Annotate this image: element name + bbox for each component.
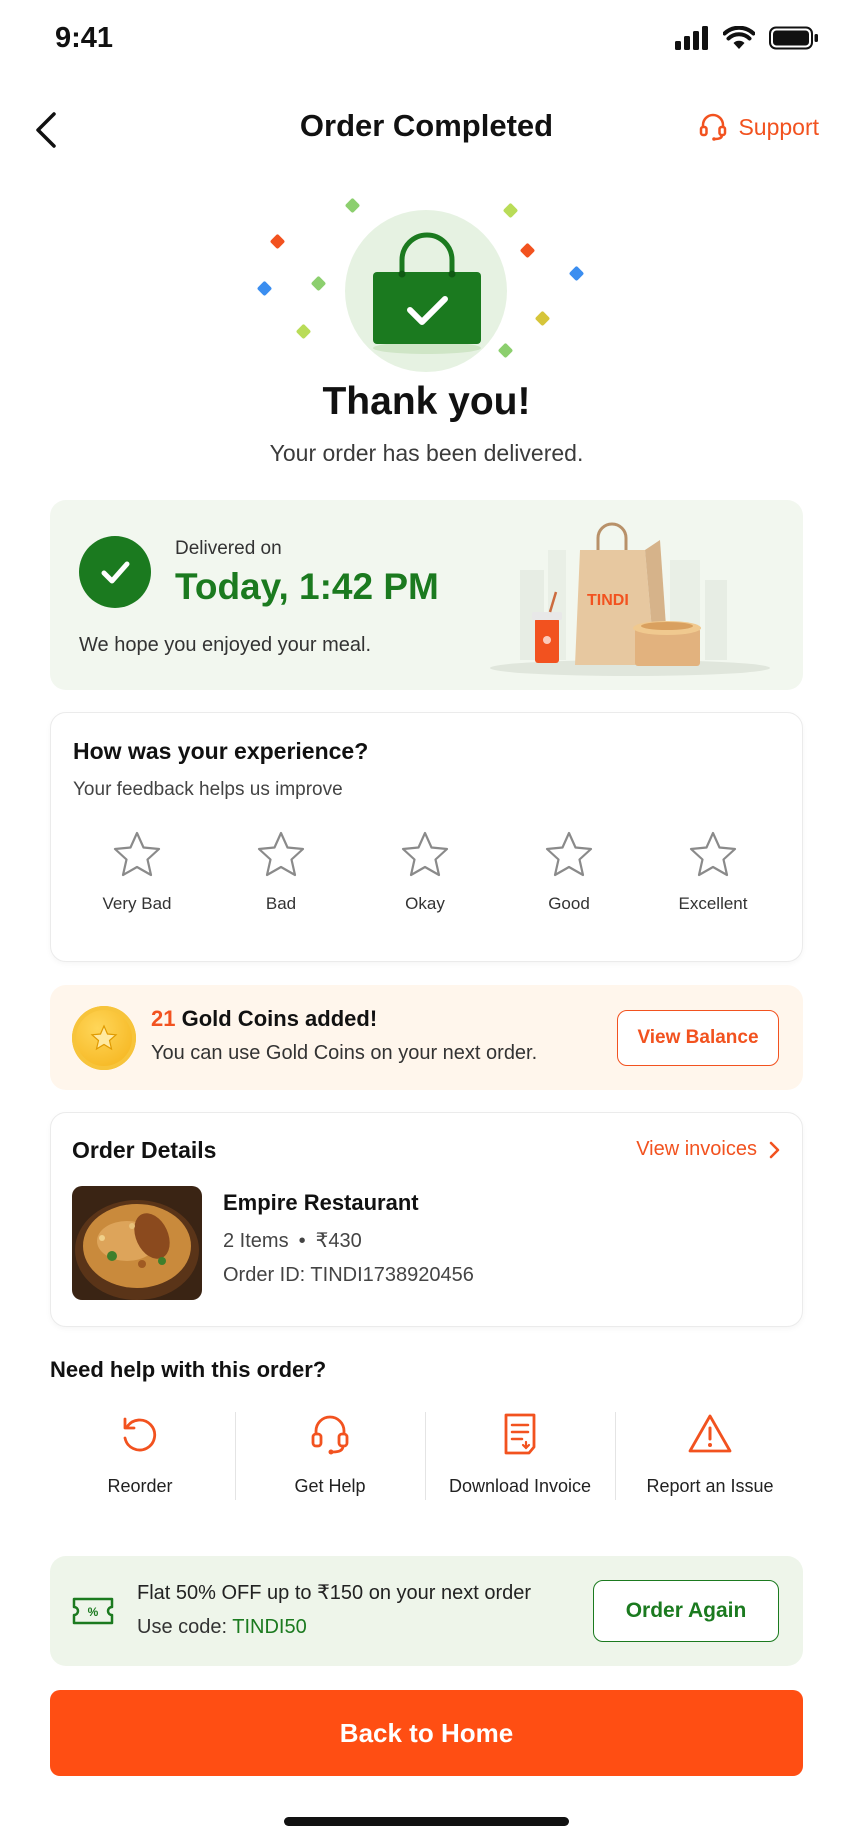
rating-option-okay[interactable]: Okay (360, 830, 490, 914)
coins-title: 21 Gold Coins added! (151, 1006, 377, 1032)
help-title: Need help with this order? (50, 1357, 327, 1382)
rating-subtitle: Your feedback helps us improve (73, 779, 343, 800)
order-id: Order ID: TINDI1738920456 (223, 1264, 474, 1286)
promo-code: TINDI50 (232, 1616, 307, 1638)
support-button[interactable]: Support (698, 112, 819, 142)
bag-brand-text: TINDI (587, 592, 629, 609)
rating-option-label: Very Bad (102, 894, 172, 913)
delivered-time: Today, 1:42 PM (175, 566, 439, 607)
battery-icon (769, 26, 818, 50)
confetti-piece (519, 242, 536, 259)
confetti-piece (256, 280, 273, 297)
biryani-image (72, 1186, 202, 1300)
star-icon (545, 831, 593, 877)
rating-option-very-bad[interactable]: Very Bad (72, 830, 202, 914)
confetti-piece (497, 342, 514, 359)
confetti-piece (269, 233, 286, 250)
rating-title: How was your experience? (73, 738, 369, 764)
promo-code-line: Use code: TINDI50 (137, 1616, 307, 1639)
coupon-icon: % (72, 1597, 114, 1625)
help-action-label: Report an Issue (646, 1476, 774, 1496)
coins-title-text: Gold Coins added! (175, 1006, 378, 1031)
status-time: 9:41 (55, 22, 114, 54)
help-action-label: Download Invoice (448, 1476, 592, 1496)
coin-star-icon (90, 1024, 118, 1051)
confetti-piece (568, 265, 585, 282)
star-icon (689, 831, 737, 877)
order-again-button[interactable]: Order Again (593, 1580, 779, 1642)
gold-coin-icon (72, 1006, 136, 1070)
back-to-home-button[interactable]: Back to Home (50, 1690, 803, 1776)
coins-subtitle: You can use Gold Coins on your next orde… (151, 1042, 538, 1064)
cellular-signal-icon (675, 26, 708, 50)
promo-title: Flat 50% OFF up to ₹150 on your next ord… (137, 1582, 532, 1604)
star-icon (257, 831, 305, 877)
order-summary: 2 Items • ₹430 (223, 1228, 362, 1253)
check-icon (101, 561, 130, 584)
thank-you-heading: Thank you! (322, 380, 531, 423)
view-invoices-label: View invoices (636, 1138, 757, 1160)
warning-icon (688, 1414, 732, 1453)
coins-count: 21 (151, 1006, 176, 1031)
order-details-title: Order Details (72, 1137, 217, 1163)
view-balance-button[interactable]: View Balance (617, 1010, 779, 1066)
wifi-icon (723, 26, 755, 49)
rating-option-label: Excellent (678, 894, 748, 913)
rating-option-label: Okay (405, 894, 445, 913)
promo-code-prefix: Use code: (137, 1616, 233, 1638)
rating-option-label: Good (548, 894, 590, 913)
help-action-label: Reorder (107, 1476, 173, 1496)
rating-option-bad[interactable]: Bad (216, 830, 346, 914)
download-invoice-button[interactable]: Download Invoice (425, 1410, 615, 1497)
item-count: 2 Items (223, 1230, 289, 1252)
home-indicator (284, 1817, 569, 1826)
star-icon (401, 831, 449, 877)
view-invoices-link[interactable]: View invoices (636, 1138, 781, 1161)
help-action-label: Get Help (294, 1476, 366, 1496)
headset-icon (311, 1415, 349, 1455)
report-issue-button[interactable]: Report an Issue (615, 1410, 805, 1497)
separator-dot: • (298, 1230, 306, 1252)
restaurant-name: Empire Restaurant (223, 1190, 419, 1215)
get-help-button[interactable]: Get Help (235, 1410, 425, 1497)
rating-option-label: Bad (265, 894, 297, 913)
delivery-bag-illustration: TINDI (490, 522, 770, 676)
food-thumbnail (72, 1186, 202, 1300)
support-label: Support (738, 113, 819, 140)
rating-option-excellent[interactable]: Excellent (648, 830, 778, 914)
delivered-check-badge (79, 536, 151, 608)
order-price: ₹430 (315, 1230, 362, 1252)
chevron-right-icon (769, 1141, 780, 1158)
reorder-icon (123, 1417, 157, 1452)
invoice-icon (504, 1413, 536, 1455)
confetti-piece (295, 323, 312, 340)
confetti-piece (502, 202, 519, 219)
shopping-bag-check-icon (373, 232, 481, 354)
star-icon (113, 831, 161, 877)
confetti-piece (534, 310, 551, 327)
delivered-subtitle: Your order has been delivered. (269, 440, 584, 466)
svg-text:%: % (88, 1605, 99, 1619)
confetti-piece (344, 197, 361, 214)
confetti-piece (310, 275, 327, 292)
reorder-button[interactable]: Reorder (45, 1410, 235, 1497)
status-icons (675, 26, 819, 50)
enjoyed-message: We hope you enjoyed your meal. (79, 634, 372, 656)
headset-icon (700, 113, 727, 141)
rating-option-good[interactable]: Good (504, 830, 634, 914)
delivered-on-label: Delivered on (175, 538, 282, 559)
